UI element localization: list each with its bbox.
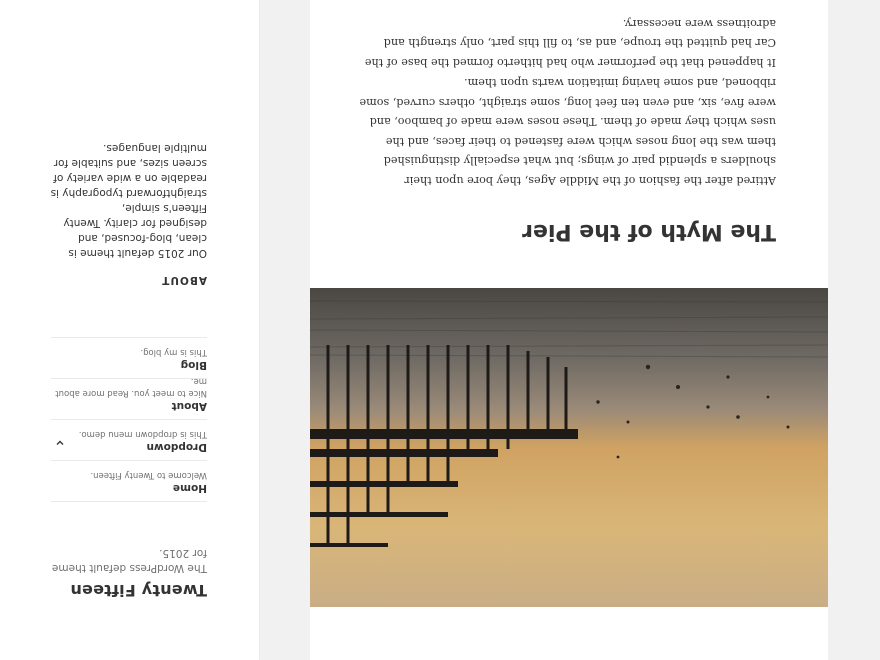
nav-item-description: This is dropdown menu demo. — [78, 429, 207, 439]
widget-text: Our 2015 default theme is clean, blog-fo… — [50, 142, 207, 259]
nav-item-description: This is my blog. — [140, 347, 207, 357]
site-description: The WordPress default theme for 2015. — [51, 547, 207, 574]
nav-item-description: Welcome to Twenty Fifteen. — [90, 470, 207, 480]
post-paragraph: Attired after the fashion of the Middle … — [359, 76, 776, 188]
nav-item-label[interactable]: Home — [51, 481, 207, 495]
main-navigation: Home Welcome to Twenty Fifteen. Dropdown… — [51, 337, 207, 502]
sidebar: Twenty Fifteen The WordPress default the… — [0, 0, 259, 660]
nav-item-label[interactable]: About — [51, 399, 207, 413]
page: Twenty Fifteen The WordPress default the… — [0, 0, 880, 660]
post-card: The Myth of the Pier Attired after the f… — [310, 0, 828, 660]
nav-item-dropdown[interactable]: Dropdown This is dropdown menu demo. — [51, 419, 207, 460]
nav-item-description: Nice to meet you. Read more about me. — [55, 376, 207, 398]
featured-image[interactable] — [310, 288, 828, 607]
nav-item-about[interactable]: About Nice to meet you. Read more about … — [51, 376, 207, 419]
nav-item-label[interactable]: Dropdown — [51, 440, 207, 454]
post-title[interactable]: The Myth of the Pier — [356, 219, 776, 244]
widget-title: ABOUT — [161, 274, 207, 286]
chevron-down-icon[interactable] — [55, 438, 65, 448]
nav-item-home[interactable]: Home Welcome to Twenty Fifteen. — [51, 460, 207, 501]
nav-item-blog[interactable]: Blog This is my blog. — [51, 337, 207, 378]
post-paragraph: It happened that the performer who had h… — [364, 17, 776, 69]
nav-item-label[interactable]: Blog — [51, 358, 207, 372]
pier-photo — [310, 288, 828, 607]
site-title[interactable]: Twenty Fifteen — [70, 581, 207, 600]
